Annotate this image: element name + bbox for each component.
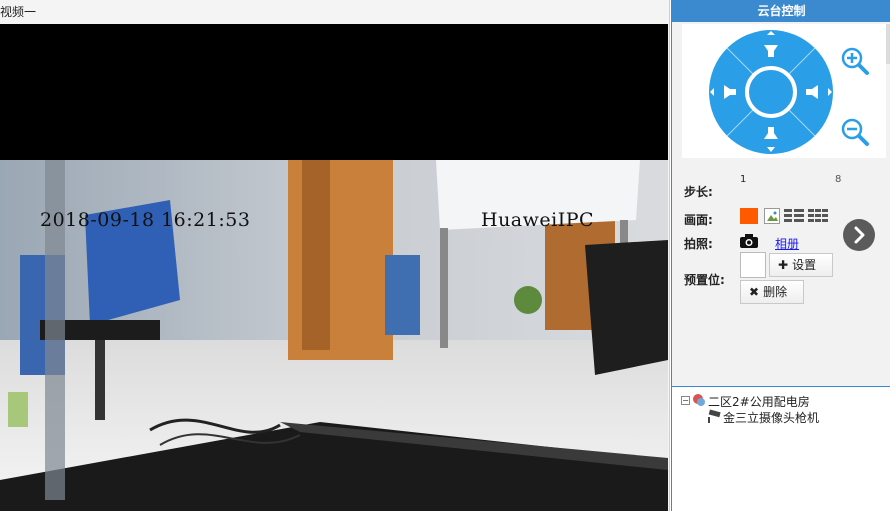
- device-tree: − 二区2#公用配电房 金三立摄像头枪机: [672, 386, 890, 512]
- tree-node-camera[interactable]: 金三立摄像头枪机: [723, 409, 819, 426]
- video-frame[interactable]: 2018-09-18 16:21:53 HuaweiIPC: [0, 24, 668, 511]
- delete-preset-button[interactable]: ✖ 删除: [740, 280, 804, 304]
- ptz-header: 云台控制: [672, 0, 890, 22]
- video-panel: 视频一 2018-09-18 16:21:53 HuaweiIPC: [0, 0, 670, 511]
- tree-collapse-toggle[interactable]: −: [681, 396, 690, 405]
- chevron-right-icon: [854, 226, 865, 244]
- ptz-direction-pad[interactable]: [708, 29, 834, 155]
- zoom-in-icon[interactable]: [840, 46, 870, 76]
- plus-icon: ✚: [778, 258, 789, 272]
- album-link[interactable]: 相册: [775, 235, 799, 252]
- tree-node-room[interactable]: 二区2#公用配电房: [708, 393, 810, 410]
- layout-single-button[interactable]: [740, 208, 758, 224]
- panel-edge: [886, 24, 890, 64]
- step-max-value: 8: [835, 174, 842, 185]
- layout-quad-icon[interactable]: [784, 208, 804, 224]
- ptz-panel: 云台控制 步长: 1 8 画面: 拍照: 相册 预置位: ✚ 设置 ✖ 删除 −…: [671, 0, 890, 512]
- layout-nine-icon[interactable]: [808, 208, 828, 224]
- preset-input[interactable]: [740, 252, 766, 278]
- step-label: 步长:: [684, 185, 713, 199]
- close-icon: ✖: [749, 285, 760, 299]
- delete-button-label: 删除: [763, 285, 788, 299]
- camera-icon[interactable]: [740, 234, 758, 248]
- zoom-out-icon[interactable]: [840, 117, 870, 147]
- screen-label: 画面:: [684, 213, 713, 227]
- set-preset-button[interactable]: ✚ 设置: [769, 253, 833, 277]
- snapshot-label: 拍照:: [684, 237, 713, 251]
- video-title: 视频一: [0, 5, 37, 19]
- ptz-control-box: [682, 24, 886, 158]
- osd-timestamp: 2018-09-18 16:21:53: [40, 209, 251, 231]
- step-min-value: 1: [740, 174, 747, 185]
- set-button-label: 设置: [792, 258, 817, 272]
- location-icon: [693, 394, 705, 406]
- osd-brand: HuaweiIPC: [481, 209, 595, 231]
- camera-device-icon: [708, 409, 721, 423]
- next-page-button[interactable]: [843, 219, 875, 251]
- broken-image-icon[interactable]: [764, 208, 780, 224]
- preset-label: 预置位:: [684, 273, 725, 287]
